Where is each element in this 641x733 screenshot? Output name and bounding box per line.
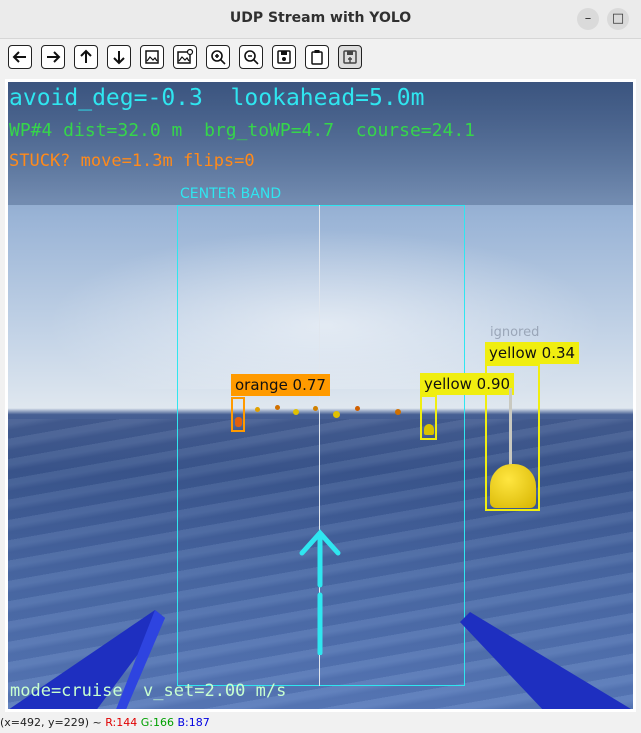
- view-border: [5, 79, 636, 712]
- arrow-down-icon: [113, 51, 125, 65]
- maximize-button[interactable]: □: [607, 8, 629, 30]
- fit-image-button[interactable]: [140, 45, 164, 69]
- camera-view[interactable]: avoid_deg=-0.3 lookahead=5.0m WP#4 dist=…: [5, 79, 636, 712]
- arrow-up-icon: [80, 49, 92, 63]
- maximize-icon: □: [611, 11, 625, 26]
- arrow-right-icon: [47, 51, 61, 63]
- clipboard-icon: [311, 50, 323, 65]
- save-icon: [277, 50, 291, 64]
- status-bar: (x=492, y=229) ~ R:144 G:166 B:187: [0, 716, 641, 733]
- save-as-button[interactable]: [338, 45, 362, 69]
- back-button[interactable]: [8, 45, 32, 69]
- save-as-icon: [343, 50, 357, 64]
- copy-button[interactable]: [305, 45, 329, 69]
- minimize-button[interactable]: –: [577, 8, 599, 30]
- minimize-icon: –: [584, 11, 592, 26]
- cursor-coords: (x=492, y=229) ~: [0, 716, 106, 729]
- image-frame: avoid_deg=-0.3 lookahead=5.0m WP#4 dist=…: [5, 79, 636, 712]
- zoom-out-icon: [244, 50, 259, 65]
- pixel-green: G:166: [140, 716, 174, 729]
- window-title: UDP Stream with YOLO: [229, 10, 412, 26]
- zoom-in-button[interactable]: [206, 45, 230, 69]
- arrow-left-icon: [12, 51, 26, 63]
- zoom-out-button[interactable]: [239, 45, 263, 69]
- save-button[interactable]: [272, 45, 296, 69]
- image-edit-icon: [177, 48, 194, 64]
- toolbar: [0, 39, 641, 75]
- pan-down-button[interactable]: [107, 45, 131, 69]
- title-bar: UDP Stream with YOLO – □ ✕: [0, 0, 641, 39]
- forward-button[interactable]: [41, 45, 65, 69]
- image-icon: [145, 50, 159, 64]
- pixel-red: R:144: [105, 716, 138, 729]
- image-edit-button[interactable]: [173, 45, 197, 69]
- pixel-blue: B:187: [177, 716, 210, 729]
- pan-up-button[interactable]: [74, 45, 98, 69]
- zoom-in-icon: [211, 50, 226, 65]
